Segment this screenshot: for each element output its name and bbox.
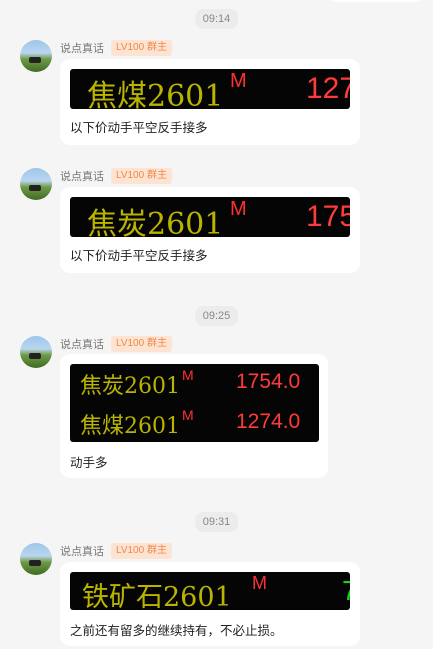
timestamp: 09:25 — [194, 306, 239, 326]
avatar[interactable] — [20, 168, 52, 200]
sender-name[interactable]: 说点真话 — [60, 338, 104, 352]
ticker-name: 焦煤2601 — [80, 414, 180, 439]
avatar[interactable] — [20, 40, 52, 72]
ticker-price: 7 — [342, 575, 350, 606]
ticker-m-mark: M — [182, 367, 194, 383]
group-owner-badge: LV100 群主 — [111, 40, 172, 56]
group-owner-badge: LV100 群主 — [111, 336, 172, 352]
message-text: 以下价动手平空反手接多 — [70, 121, 208, 135]
ticker-price: 1274.0 — [236, 410, 301, 433]
group-owner-badge: LV100 群主 — [111, 543, 172, 559]
message-bubble[interactable]: 焦炭2601 M 175 以下价动手平空反手接多 — [60, 187, 360, 273]
message-bubble[interactable]: 焦煤2601 M 127 以下价动手平空反手接多 — [60, 59, 360, 145]
ticker-image[interactable]: 焦炭2601 M 1754.0 焦煤2601 M 1274.0 — [70, 364, 319, 442]
ticker-name: 焦炭2601 — [80, 374, 180, 399]
group-owner-badge: LV100 群主 — [111, 168, 172, 184]
ticker-m-mark: M — [252, 573, 267, 593]
ticker-image[interactable]: 铁矿石2601 M 7 — [70, 572, 350, 610]
sender-name[interactable]: 说点真话 — [60, 42, 104, 56]
avatar[interactable] — [20, 336, 52, 368]
message-bubble[interactable]: 焦炭2601 M 1754.0 焦煤2601 M 1274.0 动手多 — [60, 354, 328, 478]
timestamp: 09:14 — [194, 9, 239, 29]
sender-name[interactable]: 说点真话 — [60, 545, 104, 559]
avatar[interactable] — [20, 543, 52, 575]
ticker-m-mark: M — [182, 407, 194, 423]
ticker-name: 铁矿石2601 — [82, 582, 232, 610]
ticker-m-mark: M — [230, 198, 247, 220]
ticker-m-mark: M — [230, 70, 247, 92]
ticker-image[interactable]: 焦炭2601 M 175 — [70, 197, 350, 237]
ticker-name: 焦煤2601 — [87, 79, 224, 109]
message-bubble[interactable]: 铁矿石2601 M 7 之前还有留多的继续持有，不必止损。 — [60, 562, 360, 646]
message-text: 之前还有留多的继续持有，不必止损。 — [70, 624, 283, 638]
previous-message-card — [331, 0, 421, 2]
message-text: 动手多 — [70, 456, 108, 470]
ticker-name: 焦炭2601 — [87, 207, 224, 237]
ticker-price: 1754.0 — [236, 370, 301, 393]
ticker-image[interactable]: 焦煤2601 M 127 — [70, 69, 350, 109]
timestamp: 09:31 — [194, 512, 239, 532]
ticker-price: 127 — [306, 72, 350, 105]
ticker-price: 175 — [306, 200, 350, 233]
message-text: 以下价动手平空反手接多 — [70, 249, 208, 263]
sender-name[interactable]: 说点真话 — [60, 170, 104, 184]
